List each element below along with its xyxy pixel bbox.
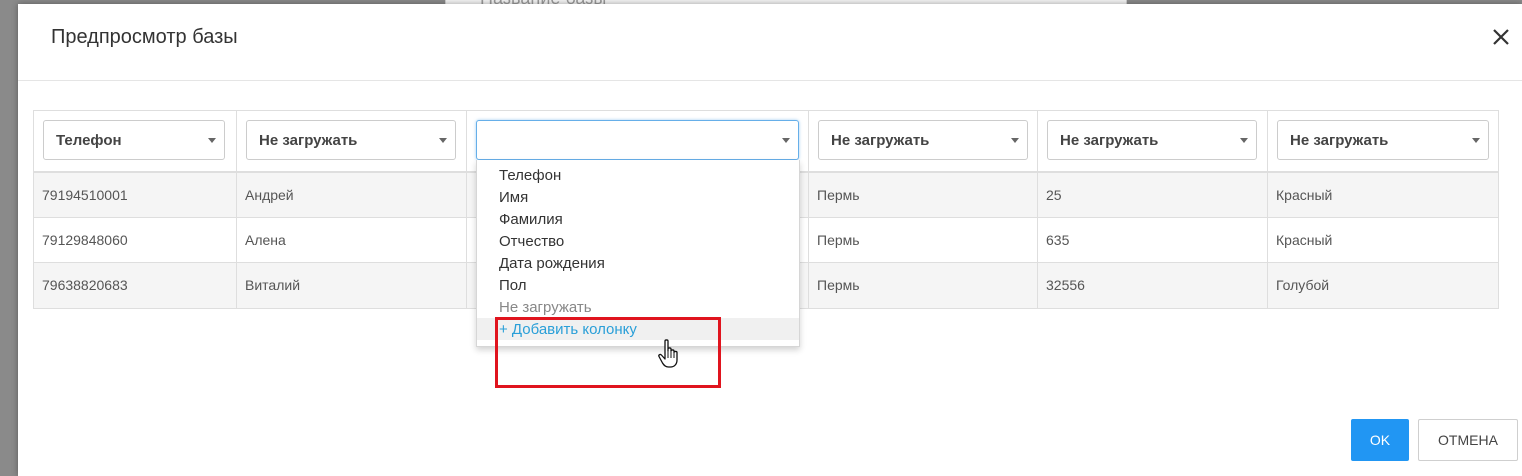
column-header: Не загружать bbox=[809, 111, 1038, 171]
cell-text: Андрей bbox=[245, 187, 294, 203]
dropdown-option[interactable]: Дата рождения bbox=[477, 252, 799, 274]
column-header: Телефон bbox=[34, 111, 237, 171]
cell-text: Красный bbox=[1276, 232, 1333, 248]
cell-text: 79194510001 bbox=[42, 187, 128, 203]
table-cell: 79194510001 bbox=[34, 173, 237, 217]
caret-down-icon bbox=[439, 138, 447, 143]
dropdown-option[interactable]: Пол bbox=[477, 274, 799, 296]
table-cell: 79638820683 bbox=[34, 263, 237, 308]
table-cell: 79129848060 bbox=[34, 218, 237, 262]
caret-down-icon bbox=[1240, 138, 1248, 143]
column-select-value: Не загружать bbox=[259, 132, 358, 149]
cancel-button[interactable]: ОТМЕНА bbox=[1418, 419, 1518, 461]
dropdown-option[interactable]: Отчество bbox=[477, 230, 799, 252]
column-select-value: Не загружать bbox=[1290, 132, 1389, 149]
cell-text: Алена bbox=[245, 232, 286, 248]
cell-text: 79129848060 bbox=[42, 232, 128, 248]
dropdown-option[interactable]: Имя bbox=[477, 186, 799, 208]
caret-down-icon bbox=[782, 138, 790, 143]
cell-text: Пермь bbox=[817, 277, 860, 293]
hand-pointer-icon bbox=[656, 338, 684, 370]
column-select-4[interactable]: Не загружать bbox=[818, 120, 1028, 160]
cell-text: Красный bbox=[1276, 187, 1333, 203]
table-cell: Голубой bbox=[1268, 263, 1498, 308]
column-select-5[interactable]: Не загружать bbox=[1047, 120, 1257, 160]
table-cell: 32556 bbox=[1038, 263, 1268, 308]
cell-text: 25 bbox=[1046, 187, 1062, 203]
cell-text: Пермь bbox=[817, 187, 860, 203]
cell-text: 635 bbox=[1046, 232, 1070, 248]
caret-down-icon bbox=[1472, 138, 1480, 143]
dropdown-option[interactable]: Фамилия bbox=[477, 208, 799, 230]
dropdown-option[interactable]: Телефон bbox=[477, 164, 799, 186]
column-select-value: Телефон bbox=[56, 132, 122, 149]
cell-text: Виталий bbox=[245, 277, 301, 293]
column-header: Не загружать bbox=[237, 111, 467, 171]
table-cell: Красный bbox=[1268, 173, 1498, 217]
table-cell: Пермь bbox=[809, 173, 1038, 217]
table-cell: Пермь bbox=[809, 218, 1038, 262]
ok-button[interactable]: OK bbox=[1351, 419, 1409, 461]
table-cell: 25 bbox=[1038, 173, 1268, 217]
column-header: Не загружать bbox=[1038, 111, 1268, 171]
cell-text: Пермь bbox=[817, 232, 860, 248]
dropdown-option[interactable]: Не загружать bbox=[477, 296, 799, 316]
column-select-value: Не загружать bbox=[831, 132, 930, 149]
caret-down-icon bbox=[208, 138, 216, 143]
column-select-value: Не загружать bbox=[1060, 132, 1159, 149]
table-cell: Виталий bbox=[237, 263, 467, 308]
highlight-annotation-box bbox=[495, 317, 721, 388]
caret-down-icon bbox=[1011, 138, 1019, 143]
column-select-2[interactable]: Не загружать bbox=[246, 120, 456, 160]
column-select-1[interactable]: Телефон bbox=[43, 120, 225, 160]
close-icon[interactable] bbox=[1492, 28, 1512, 52]
cell-text: 32556 bbox=[1046, 277, 1085, 293]
modal-header: Предпросмотр базы bbox=[18, 4, 1522, 81]
column-select-3[interactable] bbox=[476, 120, 799, 160]
column-header: Не загружать bbox=[1268, 111, 1498, 171]
table-cell: Красный bbox=[1268, 218, 1498, 262]
modal-title: Предпросмотр базы bbox=[51, 26, 238, 48]
cell-text: 79638820683 bbox=[42, 277, 128, 293]
cell-text: Голубой bbox=[1276, 277, 1330, 293]
column-select-6[interactable]: Не загружать bbox=[1277, 120, 1489, 160]
table-cell: Пермь bbox=[809, 263, 1038, 308]
table-cell: Алена bbox=[237, 218, 467, 262]
table-cell: 635 bbox=[1038, 218, 1268, 262]
table-cell: Андрей bbox=[237, 173, 467, 217]
